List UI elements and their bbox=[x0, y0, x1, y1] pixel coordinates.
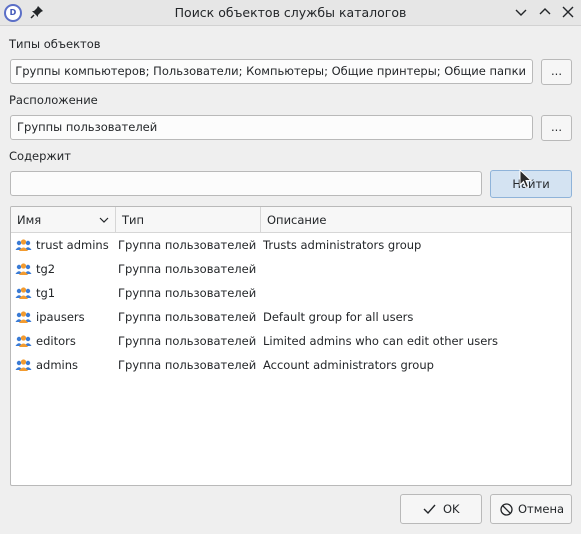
cell-type: Группа пользователей bbox=[118, 286, 257, 300]
cell-description: Default group for all users bbox=[263, 310, 414, 324]
cell-type: Группа пользователей bbox=[118, 358, 257, 372]
column-header-type-label: Тип bbox=[122, 213, 145, 227]
column-header-name-label: Имя bbox=[17, 213, 42, 227]
maximize-chevron-up-icon[interactable] bbox=[538, 5, 552, 19]
results-table[interactable]: Имя Тип Описание trust admins Группа пол… bbox=[10, 206, 572, 486]
table-row[interactable]: ipausers Группа пользователей Default gr… bbox=[11, 305, 571, 329]
user-group-icon bbox=[15, 359, 32, 371]
table-header: Имя Тип Описание bbox=[11, 207, 571, 233]
cell-type: Группа пользователей bbox=[118, 310, 257, 324]
column-header-type[interactable]: Тип bbox=[115, 207, 260, 233]
ok-button[interactable]: OK bbox=[400, 494, 482, 524]
table-row[interactable]: admins Группа пользователей Account admi… bbox=[11, 353, 571, 377]
minimize-chevron-down-icon[interactable] bbox=[514, 5, 528, 19]
object-types-value: Группы пользователей; Группы компьютеров… bbox=[11, 64, 526, 78]
cell-description: Trusts administrators group bbox=[263, 238, 422, 252]
location-field[interactable]: Группы пользователей bbox=[10, 115, 533, 140]
close-icon[interactable] bbox=[561, 5, 575, 19]
object-types-browse-button[interactable]: ... bbox=[541, 59, 572, 85]
contains-label: Содержит bbox=[9, 149, 71, 163]
user-group-icon bbox=[15, 311, 32, 323]
table-row[interactable]: editors Группа пользователей Limited adm… bbox=[11, 329, 571, 353]
cell-name: admins bbox=[36, 358, 79, 372]
table-row[interactable]: tg2 Группа пользователей bbox=[11, 257, 571, 281]
contains-input[interactable] bbox=[10, 171, 482, 196]
cell-name: trust admins bbox=[36, 238, 109, 252]
cell-name: ipausers bbox=[36, 310, 85, 324]
cell-type: Группа пользователей bbox=[118, 262, 257, 276]
cell-name: tg1 bbox=[36, 286, 56, 300]
location-browse-button[interactable]: ... bbox=[541, 115, 572, 141]
ok-button-label: OK bbox=[443, 502, 460, 516]
sort-down-icon bbox=[99, 217, 109, 223]
object-types-field[interactable]: Группы пользователей; Группы компьютеров… bbox=[10, 59, 533, 84]
cancel-button-label: Отмена bbox=[518, 502, 565, 516]
cell-type: Группа пользователей bbox=[118, 334, 257, 348]
user-group-icon bbox=[15, 335, 32, 347]
user-group-icon bbox=[15, 263, 32, 275]
object-types-label: Типы объектов bbox=[9, 37, 101, 51]
mouse-cursor-icon bbox=[519, 169, 533, 189]
window-title: Поиск объектов службы каталогов bbox=[174, 5, 407, 20]
table-row[interactable]: tg1 Группа пользователей bbox=[11, 281, 571, 305]
location-label: Расположение bbox=[9, 93, 98, 107]
table-row[interactable]: trust admins Группа пользователей Trusts… bbox=[11, 233, 571, 257]
user-group-icon bbox=[15, 239, 32, 251]
cancel-circle-icon bbox=[500, 503, 513, 516]
user-group-icon bbox=[15, 287, 32, 299]
cell-description: Account administrators group bbox=[263, 358, 434, 372]
cancel-button[interactable]: Отмена bbox=[490, 494, 572, 524]
cell-name: editors bbox=[36, 334, 76, 348]
column-header-description-label: Описание bbox=[267, 213, 327, 227]
cell-type: Группа пользователей bbox=[118, 238, 257, 252]
cell-name: tg2 bbox=[36, 262, 56, 276]
title-bar: D Поиск объектов службы каталогов bbox=[0, 0, 581, 26]
cell-description: Limited admins who can edit other users bbox=[263, 334, 499, 348]
checkmark-icon bbox=[423, 504, 436, 515]
column-header-description[interactable]: Описание bbox=[260, 207, 571, 233]
